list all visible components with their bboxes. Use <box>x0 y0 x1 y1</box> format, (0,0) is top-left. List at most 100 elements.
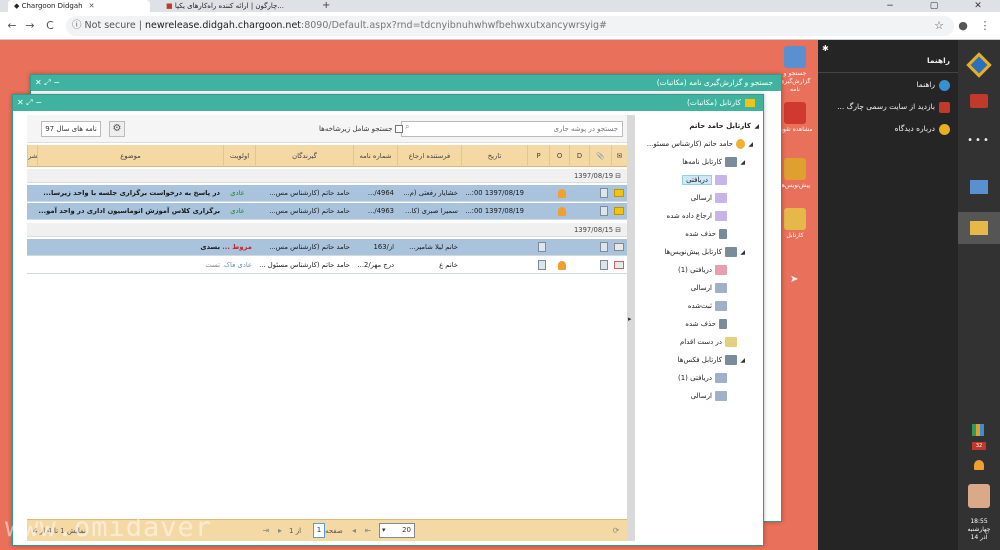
table-row[interactable]: خانم لیلا شامیر... از/163 حامد حاتم (کار… <box>27 239 627 256</box>
column-priority[interactable]: اولویت <box>223 145 255 167</box>
notification-badge[interactable]: 32 <box>972 442 986 450</box>
tree-item-cartable[interactable]: ◢کارتابل حامد حاتم <box>689 117 759 135</box>
collapse-icon[interactable]: ◢ <box>737 352 745 370</box>
first-page-button[interactable]: ⇤ <box>361 524 375 538</box>
tree-item-letters-cartable[interactable]: ◢کارتابل نامه‌ها <box>682 153 745 171</box>
column-o[interactable]: O <box>549 145 569 167</box>
column-sender[interactable]: فرستنده ارجاع <box>397 145 461 167</box>
search-icon[interactable]: ⌕ <box>405 122 409 132</box>
more-icon[interactable]: ••• <box>958 126 1000 156</box>
bookmark-star-icon[interactable]: ☆ <box>931 18 947 34</box>
tree-item-in-progress[interactable]: در دست اقدام <box>680 333 737 351</box>
tree-item-fax-sent[interactable]: ارسالی <box>691 387 727 405</box>
tree-item-deleted[interactable]: حذف شده <box>685 225 727 243</box>
column-envelope[interactable]: ✉ <box>611 145 627 167</box>
help-link[interactable]: راهنما <box>818 74 958 96</box>
collapse-icon[interactable]: ◢ <box>737 154 745 172</box>
pane-splitter[interactable]: ▸ <box>627 115 635 541</box>
minimize-window-button[interactable]: − <box>868 0 912 12</box>
about-didgah-link[interactable]: درباره دیدگاه <box>818 118 958 140</box>
year-select-button[interactable]: نامه های سال 97 <box>41 121 101 137</box>
cell-sender: سمیرا صبری (کا... <box>405 207 458 215</box>
tree-item-drafts-deleted[interactable]: حذف شده <box>685 315 727 333</box>
new-tab-button[interactable]: + <box>322 0 330 11</box>
avatar[interactable] <box>968 484 990 508</box>
table-row[interactable]: 1397/08/19 00:... سمیرا صبری (کا... 4963… <box>27 203 627 220</box>
next-page-button[interactable]: ▸ <box>273 524 287 538</box>
fax-icon <box>725 355 737 365</box>
checkbox-box[interactable] <box>395 125 404 133</box>
tree-item-fax-cartable[interactable]: ◢کارتابل فکس‌ها <box>678 351 745 369</box>
inbox-icon[interactable] <box>958 212 1000 244</box>
info-icon[interactable]: ⓘ <box>72 20 85 31</box>
apps-grid-icon[interactable] <box>972 424 984 436</box>
tree-item-fax-inbox[interactable]: دریافتی (1) <box>678 369 727 387</box>
address-bar[interactable]: ⓘ Not secure | newrelease.didgah.chargoo… <box>66 16 954 36</box>
grid-toolbar: جستجو در پوشه جاری ⌕ جستجو شامل زیرشاخه‌… <box>27 115 627 143</box>
tree-item-referred[interactable]: ارجاع داده شده <box>667 207 727 225</box>
column-more[interactable]: شر <box>27 145 37 167</box>
help-panel: ✱ راهنما راهنما بازدید از سایت رسمی چارگ… <box>818 40 958 550</box>
column-recipients[interactable]: گیرندگان <box>255 145 353 167</box>
settings-gear-icon[interactable]: ⚙ <box>109 121 125 137</box>
tree-item-drafts-cartable[interactable]: ◢کارتابل پیش‌نویس‌ها <box>664 243 745 261</box>
collapse-icon[interactable]: ◢ <box>751 118 759 136</box>
inbox-icon <box>715 373 727 383</box>
browser-tab-didgah[interactable]: ◆ Chargoon Didgah ✕ <box>8 0 150 12</box>
group-header-row[interactable]: ⊟ 1397/08/19 <box>27 169 627 183</box>
table-row[interactable]: خانم ع درج مهر/2... حامد حاتم (کارشناس م… <box>27 257 627 274</box>
collapse-icon[interactable]: ◢ <box>737 244 745 262</box>
reload-button[interactable]: C <box>42 18 58 34</box>
window-title-bar[interactable]: جستجو و گزارش‌گیری نامه (مکاتبات) ✕ ⤢ − <box>31 75 781 91</box>
previous-page-button[interactable]: ◂ <box>347 524 361 538</box>
chargoon-icon <box>939 101 950 113</box>
window-title-bar[interactable]: کارتابل (مکاتبات) ✕ ⤢ − <box>13 95 763 111</box>
didgah-logo-icon[interactable] <box>958 50 1000 80</box>
column-p[interactable]: P <box>527 145 549 167</box>
maximize-window-button[interactable]: ▢ <box>912 0 956 12</box>
registered-icon <box>715 301 727 311</box>
referred-icon <box>715 211 727 221</box>
browser-menu-icon[interactable]: ⋮ <box>977 18 993 34</box>
page-number-input[interactable]: 1 <box>313 523 325 538</box>
tree-item-drafts-inbox[interactable]: دریافتی (1) <box>678 261 727 279</box>
official-site-link[interactable]: بازدید از سایت رسمی چارگ ... <box>818 96 958 118</box>
window-controls[interactable]: ✕ ⤢ − <box>17 95 42 111</box>
profile-icon[interactable]: ● <box>955 18 971 34</box>
table-row[interactable]: 1397/08/19 00:... خشایار رفعتی (م... 496… <box>27 185 627 202</box>
column-date[interactable]: تاریخ <box>461 145 527 167</box>
column-letter-number[interactable]: شماره نامه <box>353 145 397 167</box>
bell-icon[interactable] <box>974 460 984 470</box>
window-controls[interactable]: ✕ ⤢ − <box>35 75 60 91</box>
group-header-row[interactable]: ⊟ 1397/08/15 <box>27 223 627 237</box>
column-attachment[interactable]: 📎 <box>589 145 611 167</box>
column-d[interactable]: D <box>569 145 589 167</box>
tree-item-inbox[interactable]: دریافتی <box>682 171 727 189</box>
last-page-button[interactable]: ⇥ <box>259 524 273 538</box>
page-count-label: از 1 <box>289 527 302 535</box>
close-tab-icon[interactable]: ✕ <box>89 2 95 10</box>
include-subfolders-checkbox[interactable]: جستجو شامل زیرشاخه‌ها <box>319 125 404 133</box>
letter-search-icon[interactable] <box>958 172 1000 202</box>
document-icon <box>589 203 611 220</box>
tree-item-sent[interactable]: ارسالی <box>691 189 727 207</box>
cell-priority: مروط ... <box>223 243 252 251</box>
column-subject[interactable]: موضوع <box>37 145 223 167</box>
page-size-select[interactable]: ▾ 20 <box>379 523 415 538</box>
briefcase-icon[interactable] <box>958 86 1000 116</box>
collapse-icon[interactable]: ◢ <box>745 136 753 154</box>
trash-icon <box>719 319 727 329</box>
tree-item-user[interactable]: ◢حامد حاتم (کارشناس مسئو... <box>647 135 753 153</box>
tree-item-drafts-sent[interactable]: ارسالی <box>691 279 727 297</box>
refresh-icon[interactable]: ⟳ <box>609 524 623 538</box>
close-window-button[interactable]: ✕ <box>956 0 1000 12</box>
cartable-title-icon <box>745 99 755 107</box>
tree-item-registered[interactable]: ثبت‌شده <box>688 297 727 315</box>
back-button[interactable]: ← <box>4 18 20 34</box>
forward-button[interactable]: → <box>22 18 38 34</box>
search-input[interactable]: جستجو در پوشه جاری <box>401 121 623 137</box>
grid-header-row: ✉ 📎 D O P تاریخ فرستنده ارجاع شماره نامه… <box>27 145 627 167</box>
browser-tab-chargoon[interactable]: ■ چارگون | ارائه کننده راه‌کارهای یکپا..… <box>160 0 312 12</box>
url-path: :8090/Default.aspx?rnd=tdcnyibnuhwhwfbeh… <box>301 20 608 31</box>
collapse-arrow-icon[interactable]: ▸ <box>628 315 632 323</box>
